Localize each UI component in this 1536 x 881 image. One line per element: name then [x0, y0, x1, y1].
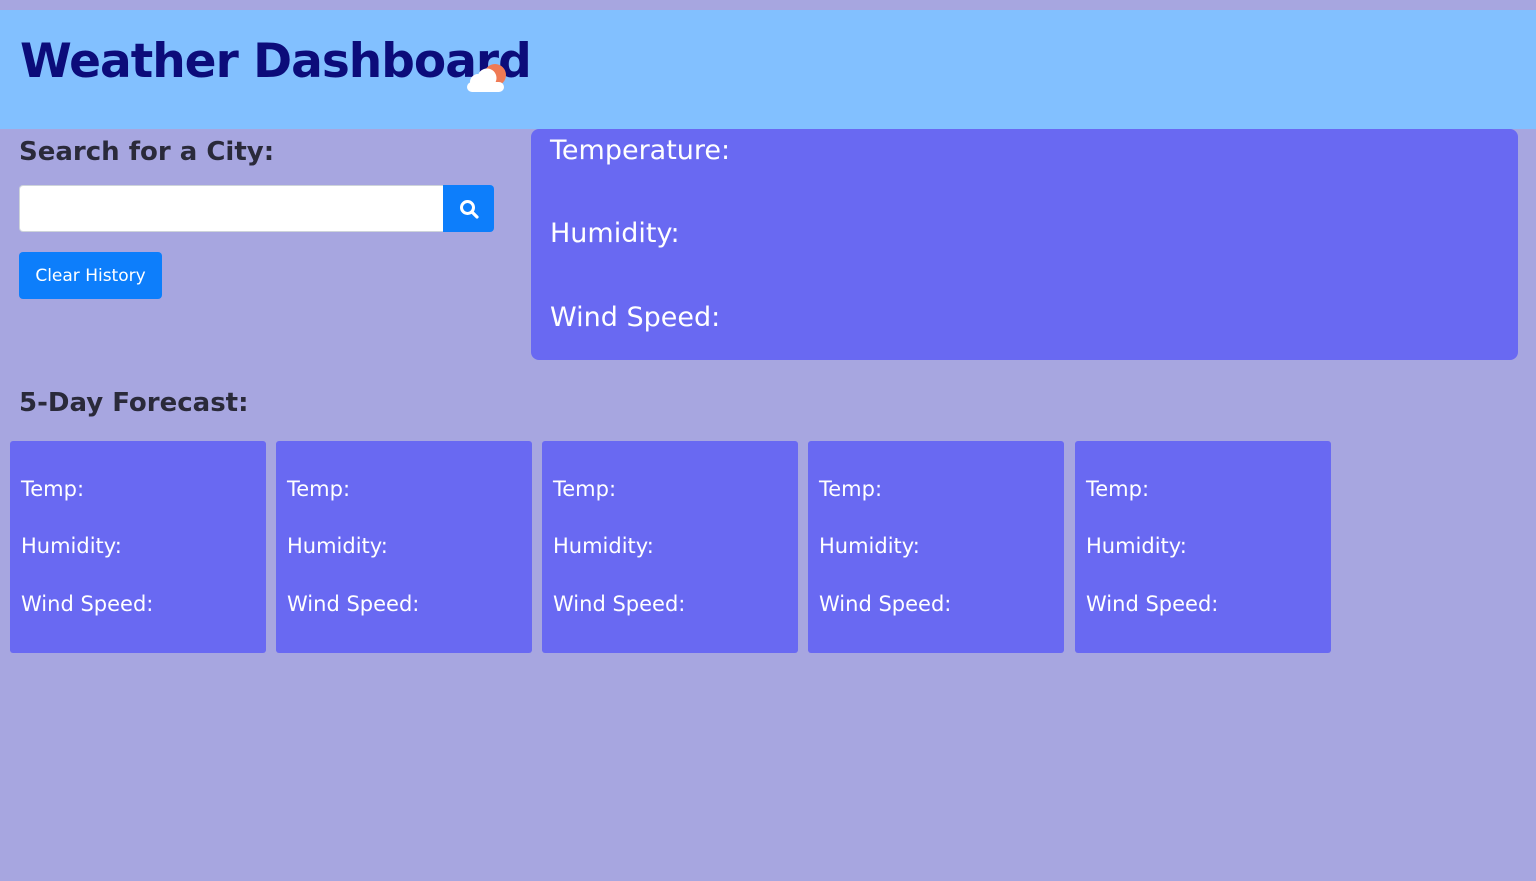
forecast-card: Temp: Humidity: Wind Speed:: [1075, 441, 1331, 653]
current-weather-panel: Temperature: Humidity: Wind Speed:: [531, 129, 1518, 360]
partly-cloudy-icon: [464, 60, 508, 94]
forecast-card: Temp: Humidity: Wind Speed:: [10, 441, 266, 653]
current-humidity-label: Humidity:: [550, 218, 680, 249]
forecast-temp-label: Temp:: [1086, 477, 1150, 501]
forecast-wind-speed-label: Wind Speed:: [21, 592, 154, 616]
page-title: Weather Dashboard: [20, 34, 532, 89]
forecast-heading: 5-Day Forecast:: [19, 388, 249, 418]
search-button[interactable]: [443, 185, 494, 232]
header-bar: Weather Dashboard: [0, 10, 1536, 129]
forecast-wind-speed-label: Wind Speed:: [1086, 592, 1219, 616]
forecast-humidity-label: Humidity:: [21, 534, 122, 558]
forecast-card: Temp: Humidity: Wind Speed:: [808, 441, 1064, 653]
forecast-temp-label: Temp:: [819, 477, 883, 501]
current-wind-speed-label: Wind Speed:: [550, 302, 721, 333]
forecast-humidity-label: Humidity:: [553, 534, 654, 558]
search-icon: [459, 199, 479, 219]
current-temperature-label: Temperature:: [550, 135, 731, 166]
forecast-temp-label: Temp:: [287, 477, 351, 501]
forecast-card: Temp: Humidity: Wind Speed:: [542, 441, 798, 653]
forecast-temp-label: Temp:: [21, 477, 85, 501]
forecast-humidity-label: Humidity:: [819, 534, 920, 558]
forecast-wind-speed-label: Wind Speed:: [819, 592, 952, 616]
forecast-humidity-label: Humidity:: [1086, 534, 1187, 558]
forecast-card: Temp: Humidity: Wind Speed:: [276, 441, 532, 653]
forecast-temp-label: Temp:: [553, 477, 617, 501]
forecast-humidity-label: Humidity:: [287, 534, 388, 558]
forecast-wind-speed-label: Wind Speed:: [553, 592, 686, 616]
forecast-wind-speed-label: Wind Speed:: [287, 592, 420, 616]
city-search-input[interactable]: [19, 185, 443, 232]
search-heading: Search for a City:: [19, 137, 275, 167]
clear-history-button[interactable]: Clear History: [19, 252, 162, 299]
